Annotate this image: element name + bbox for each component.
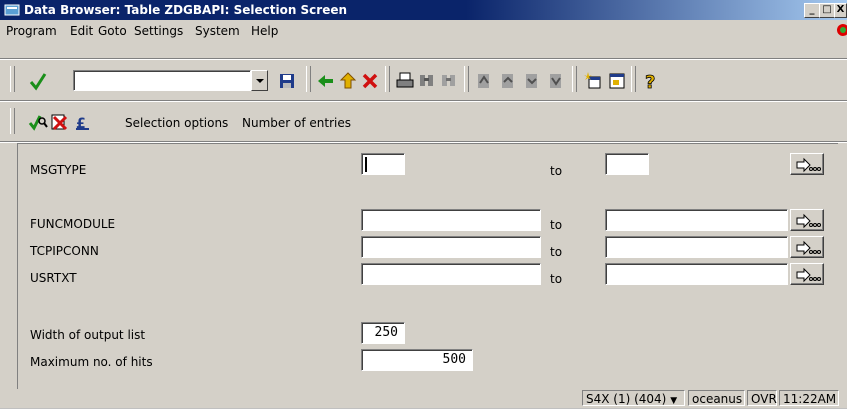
sap-window-icon <box>4 4 20 16</box>
toolbar-separator <box>464 66 469 92</box>
minimize-button[interactable]: _ <box>804 3 820 18</box>
msgtype-to-input[interactable] <box>605 153 649 175</box>
number-of-entries-button[interactable]: Number of entries <box>242 116 351 130</box>
command-field[interactable] <box>73 70 251 91</box>
usrtxt-multiple-selection-button[interactable] <box>790 263 824 285</box>
back-icon[interactable] <box>316 71 336 91</box>
system-info-field[interactable]: S4X (1) (404) ▼ <box>582 390 685 406</box>
funcmodule-to-input[interactable] <box>605 209 788 231</box>
print-icon[interactable] <box>395 71 415 91</box>
toolbar-separator <box>306 66 311 92</box>
width-of-output-list-input[interactable]: 250 <box>361 322 405 344</box>
separator <box>0 100 847 102</box>
menu-system[interactable]: System <box>195 24 240 38</box>
save-icon[interactable] <box>277 71 297 91</box>
toolbar-grip <box>10 108 15 134</box>
insert-mode-field: OVR <box>747 390 777 406</box>
menu-bar: Program Edit Goto Settings System Help <box>0 20 847 42</box>
title-bar: Data Browser: Table ZDGBAPI: Selection S… <box>0 0 847 20</box>
get-variant-icon[interactable]: £ <box>73 112 93 132</box>
check-icon[interactable] <box>28 71 48 91</box>
multiple-selection-icon <box>796 267 821 283</box>
toolbar-separator <box>631 66 636 92</box>
text-cursor <box>365 157 367 172</box>
separator <box>0 58 847 60</box>
msgtype-multiple-selection-button[interactable] <box>790 153 824 175</box>
execute-icon[interactable] <box>28 112 48 132</box>
selection-options-button[interactable]: Selection options <box>125 116 228 130</box>
shortcut-icon[interactable] <box>607 71 627 91</box>
find-next-icon[interactable] <box>439 71 459 91</box>
to-label: to <box>550 245 563 259</box>
tcpipconn-from-input[interactable] <box>361 236 541 258</box>
menu-goto[interactable]: Goto <box>98 24 127 38</box>
maximize-button[interactable]: □ <box>819 3 835 18</box>
to-label: to <box>550 272 563 286</box>
menu-edit[interactable]: Edit <box>70 24 93 38</box>
tcpipconn-to-input[interactable] <box>605 236 788 258</box>
maximum-hits-input[interactable]: 500 <box>361 349 473 371</box>
toolbar-grip <box>10 66 15 92</box>
time-field: 11:22AM <box>779 390 839 406</box>
to-label: to <box>550 218 563 232</box>
command-field-dropdown[interactable] <box>251 70 268 91</box>
usrtxt-from-input[interactable] <box>361 263 541 285</box>
msgtype-from-input[interactable] <box>361 153 405 175</box>
status-bar: S4X (1) (404) ▼ oceanus OVR 11:22AM <box>0 389 847 408</box>
close-button[interactable]: X <box>834 3 847 18</box>
selection-screen: MSGTYPE to FUNCMODULE to TCPIPCONN to US… <box>17 143 838 391</box>
system-toolbar: ? <box>0 62 847 98</box>
window-title: Data Browser: Table ZDGBAPI: Selection S… <box>24 3 348 17</box>
user-field: oceanus <box>688 390 745 406</box>
last-page-icon[interactable] <box>546 71 566 91</box>
funcmodule-from-input[interactable] <box>361 209 541 231</box>
sap-window: Data Browser: Table ZDGBAPI: Selection S… <box>0 0 847 408</box>
application-toolbar: £ Selection options Number of entries <box>0 104 847 140</box>
multiple-selection-icon <box>796 240 821 256</box>
menu-settings[interactable]: Settings <box>134 24 183 38</box>
width-of-output-list-label: Width of output list <box>30 328 146 342</box>
field-label-tcpipconn: TCPIPCONN <box>30 244 99 258</box>
new-session-icon[interactable] <box>583 71 603 91</box>
funcmodule-multiple-selection-button[interactable] <box>790 209 824 231</box>
menu-help[interactable]: Help <box>251 24 278 38</box>
system-info: S4X (1) (404) <box>586 392 667 406</box>
maximum-hits-label: Maximum no. of hits <box>30 355 153 369</box>
prev-page-icon[interactable] <box>498 71 518 91</box>
sap-status-ball-icon <box>837 24 847 36</box>
multiple-selection-icon <box>796 213 821 229</box>
next-page-icon[interactable] <box>522 71 542 91</box>
chevron-down-icon[interactable]: ▼ <box>670 396 677 406</box>
svg-text:?: ? <box>645 72 655 91</box>
menu-program[interactable]: Program <box>6 24 57 38</box>
field-label-funcmodule: FUNCMODULE <box>30 217 116 231</box>
exit-icon[interactable] <box>338 71 358 91</box>
to-label: to <box>550 164 563 178</box>
first-page-icon[interactable] <box>474 71 494 91</box>
field-label-usrtxt: USRTXT <box>30 271 77 285</box>
help-icon[interactable]: ? <box>640 71 660 91</box>
multiple-selection-icon <box>796 157 821 173</box>
tcpipconn-multiple-selection-button[interactable] <box>790 236 824 258</box>
toolbar-separator <box>385 66 390 92</box>
cancel-icon[interactable] <box>360 71 380 91</box>
delete-selection-icon[interactable] <box>49 112 69 132</box>
find-icon[interactable] <box>417 71 437 91</box>
field-label-msgtype: MSGTYPE <box>30 163 87 177</box>
toolbar-separator <box>572 66 577 92</box>
usrtxt-to-input[interactable] <box>605 263 788 285</box>
